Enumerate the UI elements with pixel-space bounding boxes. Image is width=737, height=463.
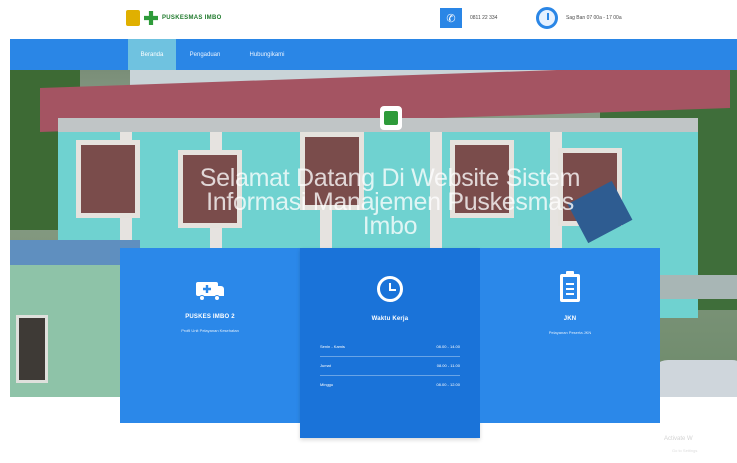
hours-row: Jumat 08.00 - 11.00 xyxy=(320,357,460,376)
opening-hours: Sag Ban 07 00a - 17 00a xyxy=(566,15,622,21)
contact-phone: ✆ 0811 22 334 xyxy=(440,7,497,29)
card-subtitle: Profil Unit Pelayanan Kesehatan xyxy=(181,328,239,333)
regency-emblem-icon xyxy=(126,10,140,26)
hero-roof-low xyxy=(660,275,737,299)
hours-time: 08.00 - 12.00 xyxy=(436,382,460,387)
hours-table: Senin - Kamis 08.00 - 14.00 Jumat 08.00 … xyxy=(320,338,460,394)
ambulance-icon xyxy=(196,278,224,301)
site-logo[interactable]: PUSKESMAS IMBO xyxy=(126,8,222,28)
hours-day: Minggu xyxy=(320,382,334,387)
hours-time: 08.00 - 11.00 xyxy=(436,363,460,368)
nav-item-beranda[interactable]: Beranda xyxy=(128,39,176,70)
hero-title-line: Informasi Manajemen Puskesmas xyxy=(206,188,574,216)
card-jkn[interactable]: JKN Pelayanan Peserta JKN xyxy=(480,248,660,423)
card-profile[interactable]: PUSKES IMBO 2 Profil Unit Pelayanan Kese… xyxy=(120,248,300,423)
hero-window xyxy=(76,140,140,218)
phone-number: 0811 22 334 xyxy=(470,15,498,21)
hours-day: Jumat xyxy=(320,363,331,368)
hours-day: Senin - Kamis xyxy=(320,344,345,349)
hero-car xyxy=(650,360,737,397)
hero-door xyxy=(16,315,48,383)
clock-icon xyxy=(536,7,558,29)
hero-emblem-icon xyxy=(380,106,402,130)
hero-title-line: Imbo xyxy=(362,212,418,240)
card-working-hours[interactable]: Waktu Kerja Senin - Kamis 08.00 - 14.00 … xyxy=(300,248,480,438)
page: PUSKESMAS IMBO ✆ 0811 22 334 Sag Ban 07 … xyxy=(0,0,737,463)
top-bar: PUSKESMAS IMBO ✆ 0811 22 334 Sag Ban 07 … xyxy=(0,0,737,38)
card-subtitle: Pelayanan Peserta JKN xyxy=(548,330,592,335)
logo-text: PUSKESMAS IMBO xyxy=(162,15,222,21)
hero-title: Selamat Datang Di Website Sistem Informa… xyxy=(170,164,610,240)
health-cross-icon xyxy=(144,11,158,25)
hero-title-line: Selamat Datang Di Website Sistem xyxy=(199,164,581,192)
activation-watermark-sub: Go to Settings xyxy=(672,448,698,453)
nav-item-hubungi-kami[interactable]: Hubungikami xyxy=(236,39,298,70)
hours-row: Minggu 08.00 - 12.00 xyxy=(320,376,460,394)
activation-watermark: Activate W xyxy=(664,436,693,442)
hero-building-band xyxy=(58,118,698,132)
clock-icon xyxy=(377,276,403,302)
contact-hours: Sag Ban 07 00a - 17 00a xyxy=(536,7,622,29)
card-title: JKN xyxy=(563,316,577,322)
phone-icon: ✆ xyxy=(440,8,462,28)
card-title: PUSKES IMBO 2 xyxy=(185,314,235,320)
main-nav: Beranda Pengaduan Hubungikami xyxy=(10,39,737,70)
card-title: Waktu Kerja xyxy=(371,316,409,322)
clipboard-icon xyxy=(560,271,580,302)
hero-lower-building xyxy=(10,265,130,397)
hours-time: 08.00 - 14.00 xyxy=(436,344,460,349)
hours-row: Senin - Kamis 08.00 - 14.00 xyxy=(320,338,460,357)
nav-item-pengaduan[interactable]: Pengaduan xyxy=(180,39,230,70)
